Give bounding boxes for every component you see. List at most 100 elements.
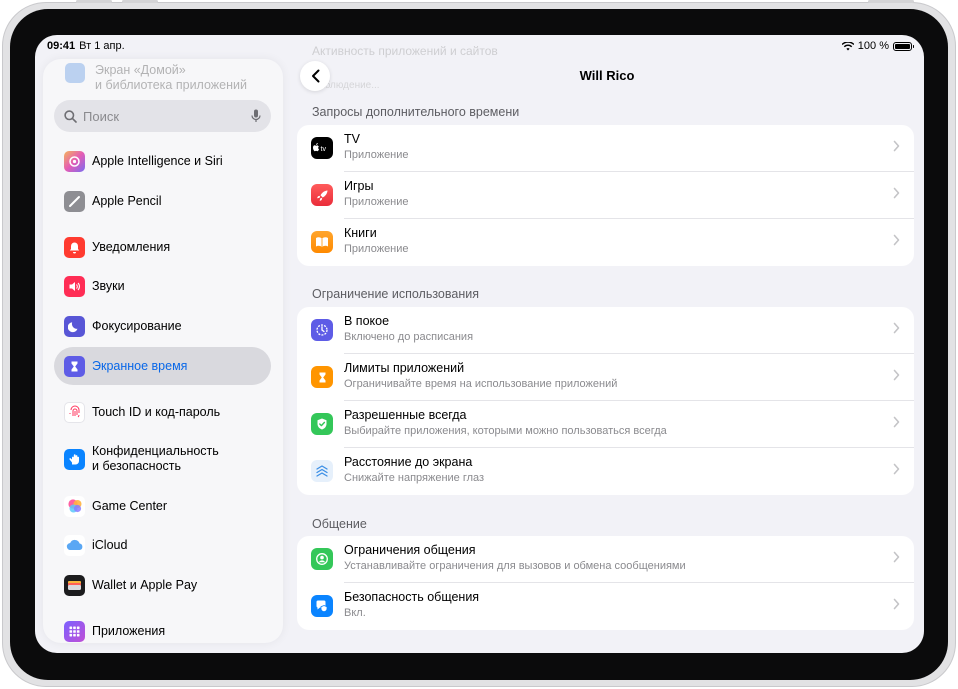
- row-title: В покое: [344, 314, 390, 328]
- books-icon: [311, 231, 333, 253]
- microphone-icon[interactable]: [251, 109, 261, 123]
- sidebar-item-apps[interactable]: Приложения: [54, 612, 271, 643]
- sidebar-item-screen-time[interactable]: Экранное время: [54, 347, 271, 385]
- wallet-icon: [64, 574, 85, 596]
- sidebar-item-privacy[interactable]: Конфиденциальность и безопасность: [54, 440, 271, 478]
- hand-icon: [64, 448, 85, 470]
- apple-pencil-icon: [64, 190, 85, 212]
- apple-intelligence-icon: [64, 150, 85, 172]
- svg-text:tv: tv: [321, 146, 327, 153]
- sidebar-item-label: Touch ID и код-пароль: [92, 404, 221, 419]
- row-title: Ограничения общения: [344, 543, 476, 557]
- sidebar-item-label: Apple Intelligence и Siri: [92, 153, 223, 168]
- checkmark-shield-icon: [311, 413, 333, 435]
- row-title: Безопасность общения: [344, 590, 480, 604]
- games-rocket-icon: [311, 184, 333, 206]
- sidebar-item-label: Приложения: [92, 623, 166, 638]
- sidebar-item-touch-id[interactable]: Touch ID и код-пароль: [54, 393, 271, 431]
- sidebar-item-label: Конфиденциальность и безопасность: [92, 444, 219, 473]
- row-communication-safety[interactable]: Безопасность общения Вкл.: [297, 583, 914, 630]
- group-usage-limits: В покое Включено до расписания Лимиты пр…: [297, 307, 914, 495]
- chevron-right-icon: [893, 463, 900, 475]
- section-header: Запросы дополнительного времени: [312, 105, 520, 119]
- sidebar-item-label: Wallet и Apple Pay: [92, 577, 198, 592]
- row-downtime[interactable]: В покое Включено до расписания: [297, 307, 914, 354]
- sidebar: Экран «Домой» и библиотека приложений По…: [43, 59, 283, 643]
- row-title: TV: [344, 132, 360, 146]
- row-subtitle: Приложение: [344, 149, 409, 161]
- sidebar-item-game-center[interactable]: Game Center: [54, 487, 271, 525]
- row-title: Лимиты приложений: [344, 361, 465, 375]
- row-tv[interactable]: tv TV Приложение: [297, 125, 914, 172]
- sidebar-item-label: Apple Pencil: [92, 193, 162, 208]
- sidebar-item-notifications[interactable]: Уведомления: [54, 228, 271, 266]
- sidebar-item-label: Звуки: [92, 278, 125, 293]
- row-subtitle: Вкл.: [344, 607, 366, 619]
- search-icon: [64, 109, 77, 123]
- sidebar-item-label: Фокусирование: [92, 318, 182, 333]
- chevron-right-icon: [893, 234, 900, 246]
- sidebar-item-wallet[interactable]: Wallet и Apple Pay: [54, 566, 271, 604]
- hourglass-icon: [311, 366, 333, 388]
- group-extra-time-requests: tv TV Приложение Игры Приложение Книги П…: [297, 125, 914, 266]
- sidebar-item-icloud[interactable]: iCloud: [54, 526, 271, 564]
- row-subtitle: Ограничивайте время на использование при…: [344, 378, 618, 390]
- sidebar-item-focus[interactable]: Фокусирование: [54, 307, 271, 345]
- row-title: Разрешенные всегда: [344, 408, 467, 422]
- row-screen-distance[interactable]: Расстояние до экрана Снижайте напряжение…: [297, 448, 914, 495]
- page-title: Will Rico: [579, 68, 635, 83]
- row-title: Игры: [344, 179, 374, 193]
- status-time: 09:41 Вт 1 апр.: [47, 40, 125, 52]
- screen: 09:41 Вт 1 апр. 100 % Экран «Домой» и биб…: [35, 35, 924, 653]
- sidebar-item-apple-intelligence[interactable]: Apple Intelligence и Siri: [54, 142, 271, 180]
- row-app-limits[interactable]: Лимиты приложений Ограничивайте время на…: [297, 354, 914, 401]
- group-communication: Ограничения общения Устанавливайте огран…: [297, 536, 914, 630]
- row-always-allowed[interactable]: Разрешенные всегда Выбирайте приложения,…: [297, 401, 914, 448]
- chevron-right-icon: [893, 140, 900, 152]
- chevron-right-icon: [893, 551, 900, 563]
- sidebar-item-label: Экран «Домой» и библиотека приложений: [95, 63, 247, 92]
- sidebar-item-label: Уведомления: [92, 239, 171, 254]
- row-subtitle: Приложение: [344, 196, 409, 208]
- fingerprint-icon: [64, 401, 85, 423]
- chat-safety-icon: [311, 595, 333, 617]
- sidebar-item-sounds[interactable]: Звуки: [54, 267, 271, 305]
- row-subtitle: Включено до расписания: [344, 331, 474, 343]
- person-circle-icon: [311, 548, 333, 570]
- apple-tv-icon: tv: [311, 137, 333, 159]
- chevron-right-icon: [893, 598, 900, 610]
- sidebar-item-home-screen[interactable]: Экран «Домой» и библиотека приложений: [65, 63, 247, 93]
- row-subtitle: Выбирайте приложения, которыми можно пол…: [344, 425, 667, 437]
- hourglass-icon: [64, 355, 85, 377]
- sidebar-item-label: Game Center: [92, 498, 168, 513]
- sidebar-item-label: iCloud: [92, 537, 128, 552]
- row-subtitle: Приложение: [344, 243, 409, 255]
- search-input[interactable]: Поиск: [83, 109, 251, 124]
- main-content: Активность приложений и сайтов Наблюдени…: [297, 35, 924, 653]
- row-games[interactable]: Игры Приложение: [297, 172, 914, 219]
- row-subtitle: Устанавливайте ограничения для вызовов и…: [344, 560, 686, 572]
- sidebar-item-apple-pencil[interactable]: Apple Pencil: [54, 182, 271, 220]
- date: Вт 1 апр.: [79, 40, 125, 52]
- downtime-icon: [311, 319, 333, 341]
- moon-icon: [64, 315, 85, 337]
- row-books[interactable]: Книги Приложение: [297, 219, 914, 266]
- chevron-right-icon: [893, 416, 900, 428]
- speaker-icon: [64, 275, 85, 297]
- row-subtitle: Снижайте напряжение глаз: [344, 472, 485, 484]
- search-field[interactable]: Поиск: [54, 100, 271, 132]
- sidebar-item-label: Экранное время: [92, 358, 188, 373]
- chevron-right-icon: [893, 369, 900, 381]
- section-header: Общение: [312, 517, 367, 531]
- scrolled-title: Активность приложений и сайтов: [312, 44, 498, 58]
- time: 09:41: [47, 40, 76, 52]
- chevron-right-icon: [893, 322, 900, 334]
- screen-distance-icon: [311, 460, 333, 482]
- cloud-icon: [64, 534, 85, 556]
- chevron-right-icon: [893, 187, 900, 199]
- bell-icon: [64, 236, 85, 258]
- home-screen-icon: [65, 63, 85, 83]
- row-title: Расстояние до экрана: [344, 455, 473, 469]
- row-communication-limits[interactable]: Ограничения общения Устанавливайте огран…: [297, 536, 914, 583]
- apps-grid-icon: [64, 620, 85, 642]
